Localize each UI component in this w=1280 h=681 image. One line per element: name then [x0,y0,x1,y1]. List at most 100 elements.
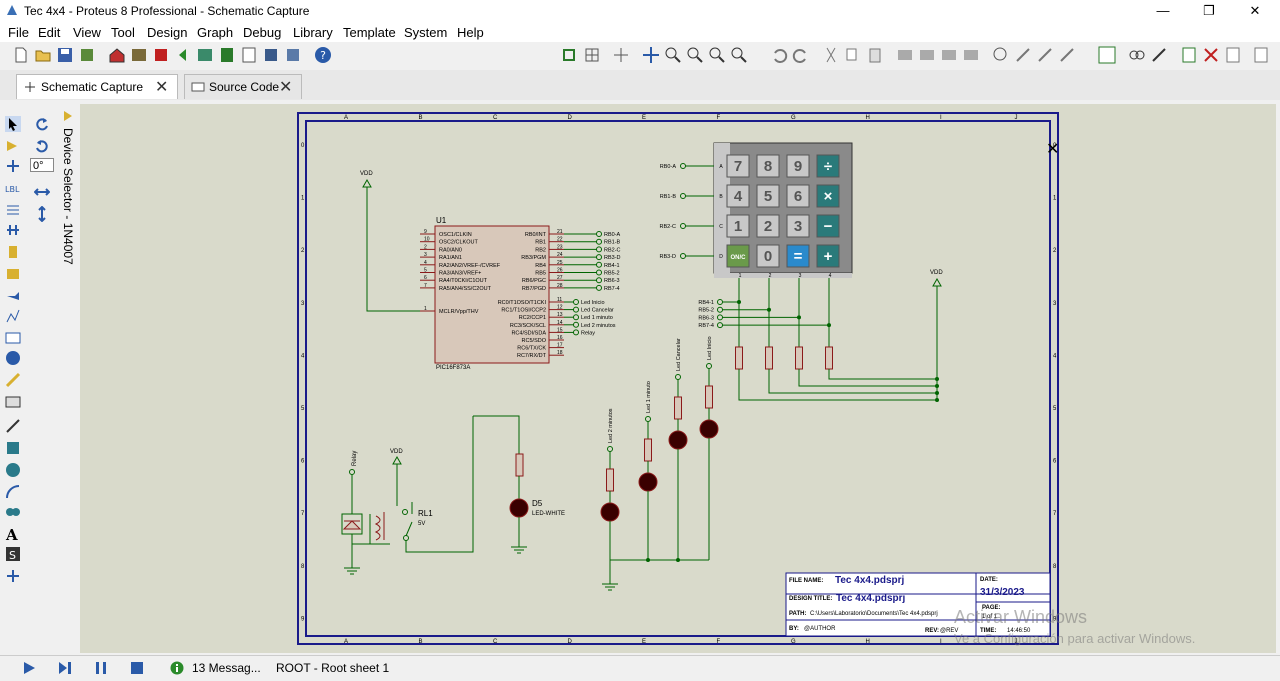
mirror-vertical-icon[interactable] [34,206,50,222]
menu-library[interactable]: Library [293,25,333,40]
delete-sheet-icon[interactable] [1202,46,1220,64]
mirror-horizontal-icon[interactable] [34,184,50,200]
menu-graph[interactable]: Graph [197,25,233,40]
pick-device-icon[interactable] [992,46,1010,64]
voltage-probe-icon[interactable] [5,372,21,388]
menu-system[interactable]: System [404,25,447,40]
schematic-drawing[interactable]: AABBCCDDEEFFGGHHIIJJ0 01 12 23 34 45 56 67 78 89 9… [80,104,1276,653]
wire-autorouter-icon[interactable] [1098,46,1116,64]
pan-icon[interactable] [642,46,660,64]
buses-icon[interactable] [5,222,21,238]
refresh-icon[interactable] [560,46,578,64]
menu-file[interactable]: File [8,25,29,40]
open-folder-icon[interactable] [34,46,52,64]
cut-icon[interactable] [822,46,840,64]
close-tab-icon[interactable]: ✕ [155,77,168,97]
decompose-icon[interactable] [1058,46,1076,64]
symbol-tool-icon[interactable]: S [5,546,21,562]
tape-recorder-icon[interactable] [5,330,21,346]
status-led[interactable] [600,502,620,522]
make-device-icon[interactable] [1014,46,1032,64]
wire-label-icon[interactable]: LBL [5,180,21,196]
home-icon[interactable] [108,46,126,64]
block-copy-icon[interactable] [896,46,914,64]
netlist-icon[interactable] [1252,46,1270,64]
redo-icon[interactable] [792,46,810,64]
packaging-icon[interactable] [1036,46,1054,64]
close-button[interactable]: ✕ [1232,0,1278,22]
pause-icon[interactable] [94,661,108,675]
circle-tool-icon[interactable] [5,462,21,478]
new-sheet-icon[interactable] [1180,46,1198,64]
pullup-resistor[interactable] [735,346,743,370]
copy-icon[interactable] [844,46,862,64]
selection-mode-icon[interactable] [5,116,21,132]
menu-edit[interactable]: Edit [38,25,60,40]
text-tool-icon[interactable]: A [5,526,21,542]
gallery-icon[interactable] [196,46,214,64]
arc-tool-icon[interactable] [5,484,21,500]
grid-icon[interactable] [583,46,601,64]
zoom-all-icon[interactable] [708,46,726,64]
led-resistor[interactable] [606,468,614,492]
menu-view[interactable]: View [73,25,101,40]
path-tool-icon[interactable] [5,504,21,520]
status-led[interactable] [668,430,688,450]
block-delete-icon[interactable] [962,46,980,64]
junction-dot-icon[interactable] [5,158,21,174]
tab-source-code[interactable]: Source Code ✕ [184,74,302,99]
search-icon[interactable] [1128,46,1146,64]
status-led[interactable] [699,419,719,439]
zoom-in-icon[interactable] [664,46,682,64]
3d-view-icon[interactable] [262,46,280,64]
zoom-out-icon[interactable] [686,46,704,64]
rotate-anticlockwise-icon[interactable] [34,138,50,154]
schematic-canvas[interactable]: AABBCCDDEEFFGGHHIIJJ00112233445566778899… [80,104,1276,653]
play-icon[interactable] [22,661,36,675]
block-rotate-icon[interactable] [940,46,958,64]
led-resistor[interactable] [644,438,652,462]
zoom-area-icon[interactable] [730,46,748,64]
status-led[interactable] [638,472,658,492]
menu-template[interactable]: Template [343,25,396,40]
exit-to-parent-icon[interactable] [1224,46,1242,64]
subcircuit-icon[interactable] [5,244,21,260]
terminals-icon[interactable] [5,266,21,282]
block-move-icon[interactable] [918,46,936,64]
generator-mode-icon[interactable] [5,350,21,366]
minimize-button[interactable]: — [1140,0,1186,22]
menu-design[interactable]: Design [147,25,187,40]
led-resistor[interactable] [674,396,682,420]
d5-led[interactable] [509,498,529,518]
box-tool-icon[interactable] [5,440,21,456]
graph-mode-icon[interactable] [5,308,21,324]
menu-tool[interactable]: Tool [111,25,135,40]
rotate-clockwise-icon[interactable] [34,116,50,132]
close-tab-icon[interactable]: ✕ [279,77,292,97]
line-tool-icon[interactable] [5,418,21,434]
pullup-resistor[interactable] [825,346,833,370]
back-icon[interactable] [174,46,192,64]
d5-resistor[interactable] [515,453,524,477]
paste-icon[interactable] [866,46,884,64]
messages-count[interactable]: 13 Messag... [192,661,261,675]
rotation-angle-field[interactable]: 0° [30,158,54,172]
origin-icon[interactable] [612,46,630,64]
import-icon[interactable] [78,46,96,64]
pullup-resistor[interactable] [795,346,803,370]
text-script-icon[interactable] [5,202,21,218]
menu-debug[interactable]: Debug [243,25,281,40]
gerber-icon[interactable] [284,46,302,64]
save-icon[interactable] [56,46,74,64]
bom-icon[interactable] [218,46,236,64]
step-icon[interactable] [58,661,72,675]
property-assign-icon[interactable] [1150,46,1168,64]
undo-icon[interactable] [770,46,788,64]
component-mode-icon[interactable] [5,138,21,154]
tab-schematic-capture[interactable]: Schematic Capture ✕ [16,74,178,99]
schematic-icon[interactable] [130,46,148,64]
pullup-resistor[interactable] [765,346,773,370]
maximize-button[interactable]: ❐ [1186,0,1232,22]
source-code-icon[interactable] [240,46,258,64]
virtual-instrument-icon[interactable] [5,394,21,410]
